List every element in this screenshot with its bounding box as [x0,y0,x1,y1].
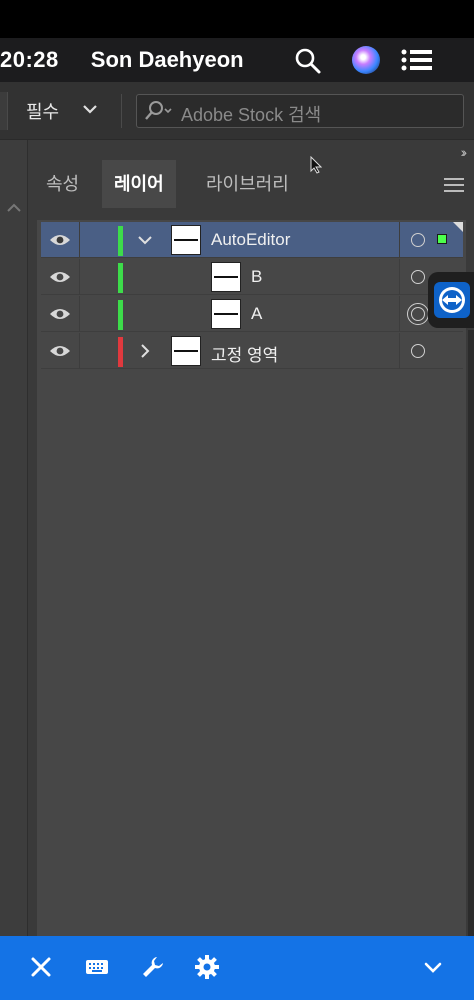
panel-tabs: 속성 레이어 라이브러리 [30,160,474,208]
layer-thumbnail [171,225,201,255]
keyboard-icon[interactable] [84,954,110,980]
panel-menu-icon[interactable] [444,178,464,192]
control-center-icon[interactable] [400,48,434,72]
layer-color-swatch [118,226,123,256]
scrollbar[interactable] [468,330,474,936]
row-divider [399,222,400,258]
close-icon[interactable] [28,954,54,980]
target-circle-icon[interactable] [411,233,425,247]
stock-search-input[interactable]: Adobe Stock 검색 [136,94,464,128]
chevron-down-icon[interactable] [420,954,446,980]
panel-area: ›› 속성 레이어 라이브러리 AutoEditor B A 고정 영역 [0,140,474,936]
app-toolbar: 필수 Adobe Stock 검색 [0,82,474,140]
left-panel-strip [0,140,28,936]
target-circle-icon[interactable] [411,344,425,358]
layer-row-autoeditor[interactable]: AutoEditor [41,222,463,258]
row-divider [79,222,80,258]
row-divider [79,259,80,295]
target-circle-icon[interactable] [411,270,425,284]
layers-list: AutoEditor B A 고정 영역 [36,220,466,936]
siri-icon[interactable] [352,46,380,74]
wrench-icon[interactable] [140,954,166,980]
mouse-cursor-icon [310,156,322,174]
row-divider [399,333,400,369]
layer-color-swatch [118,337,123,367]
remote-toolbar [0,936,474,1000]
tab-properties[interactable]: 속성 [34,160,91,208]
eye-icon[interactable] [49,306,71,322]
chevron-right-icon[interactable] [137,343,153,359]
search-icon [145,101,172,120]
eye-icon[interactable] [49,269,71,285]
collapse-panel-button[interactable]: ›› [461,144,468,160]
toolbar-divider [121,94,122,128]
layer-thumbnail [211,262,241,292]
layer-row-b[interactable]: B [41,259,463,295]
workspace-switcher-label[interactable]: 필수 [26,98,59,124]
row-divider [399,259,400,295]
teamviewer-button[interactable] [428,272,474,328]
user-name[interactable]: Son Daehyeon [91,47,244,73]
layer-row-a[interactable]: A [41,296,463,332]
row-divider [79,296,80,332]
gear-icon[interactable] [194,954,220,980]
eye-icon[interactable] [49,343,71,359]
tab-libraries[interactable]: 라이브러리 [194,160,301,208]
layer-thumbnail [171,336,201,366]
row-divider [79,333,80,369]
toolbar-edge [0,92,8,130]
layer-thumbnail [211,299,241,329]
top-black-bar [0,0,474,38]
layer-name[interactable]: 고정 영역 [211,341,278,366]
chevron-up-icon[interactable] [6,202,22,214]
target-circle-icon[interactable] [407,303,429,325]
layer-row-fixed-area[interactable]: 고정 영역 [41,333,463,369]
layer-name[interactable]: AutoEditor [211,230,290,250]
menu-bar: 20:28 Son Daehyeon [0,38,474,82]
layer-color-swatch [118,263,123,293]
layer-name[interactable]: A [251,304,262,324]
search-icon[interactable] [294,47,322,75]
corner-marker [453,222,463,232]
selection-indicator[interactable] [437,234,447,244]
teamviewer-icon [434,282,470,318]
stock-search-placeholder: Adobe Stock 검색 [181,105,322,125]
eye-icon[interactable] [49,232,71,248]
tab-layers[interactable]: 레이어 [102,160,176,208]
layer-color-swatch [118,300,123,330]
row-divider [399,296,400,332]
clock: 20:28 [0,47,59,72]
chevron-down-icon[interactable] [137,232,153,248]
chevron-down-icon[interactable] [82,102,98,116]
layer-name[interactable]: B [251,267,262,287]
